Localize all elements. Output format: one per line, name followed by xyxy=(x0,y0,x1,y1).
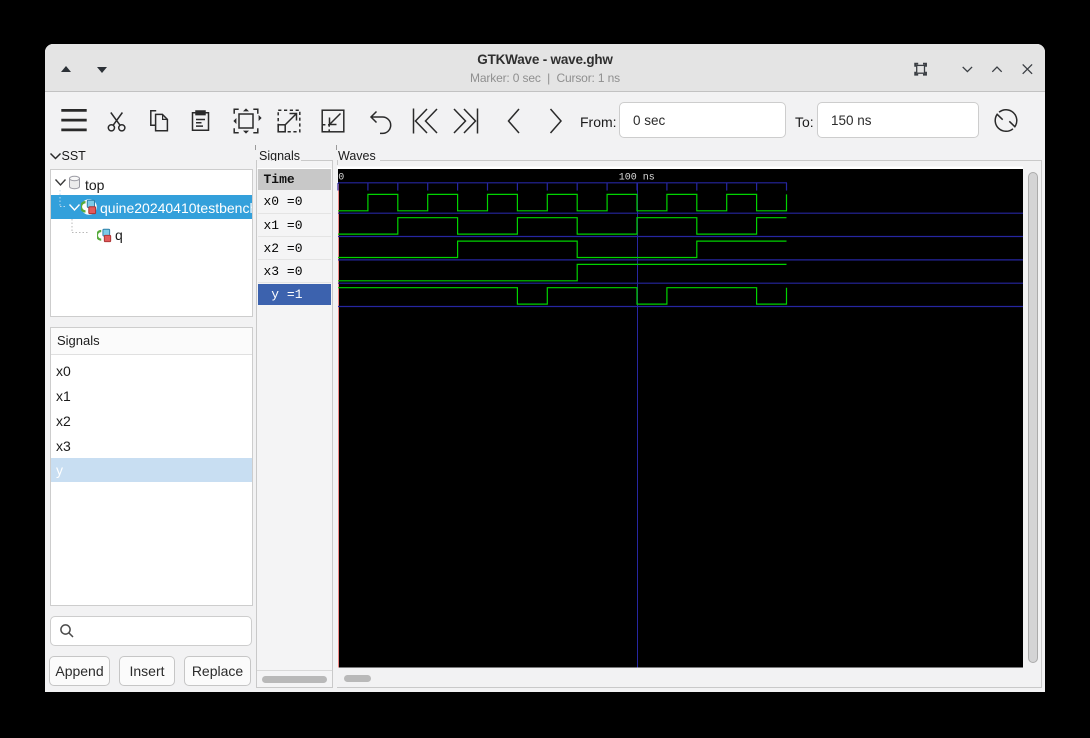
svg-text:100 ns: 100 ns xyxy=(619,172,655,183)
svg-text:0: 0 xyxy=(338,172,344,183)
